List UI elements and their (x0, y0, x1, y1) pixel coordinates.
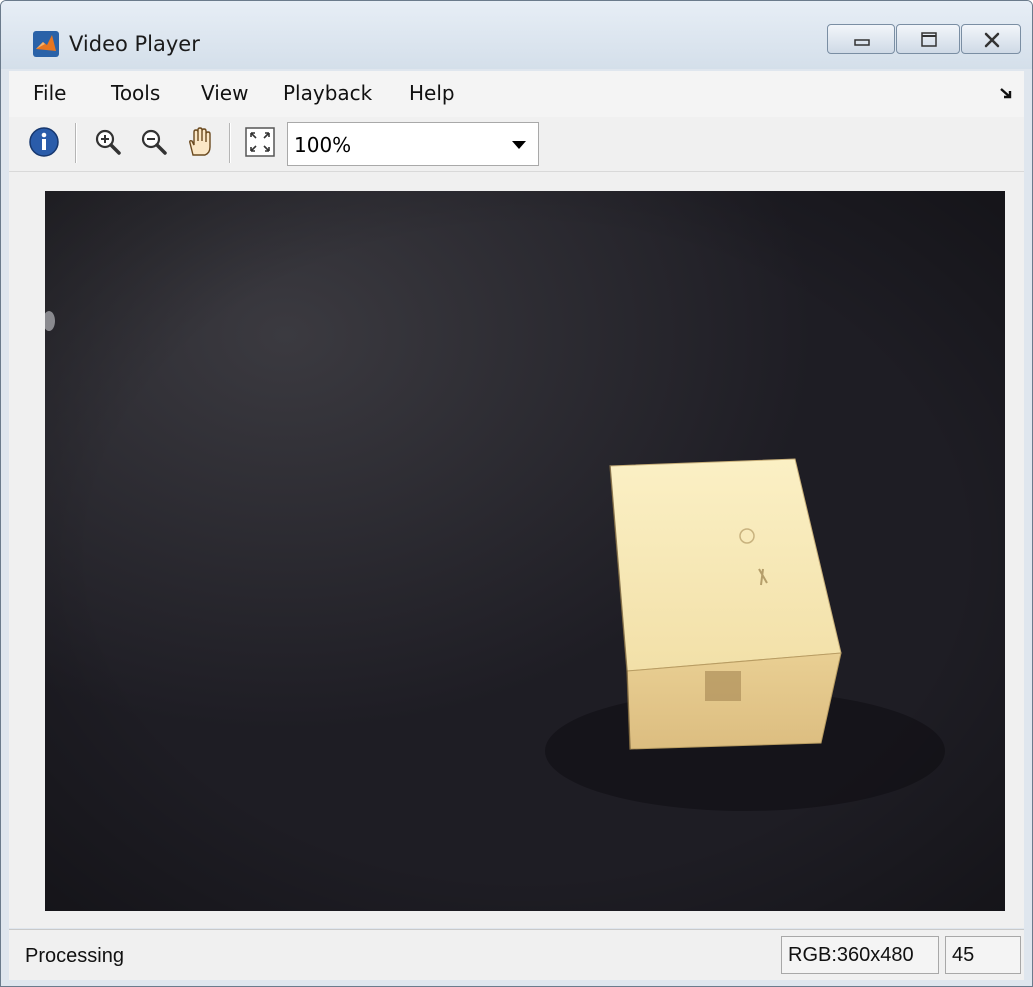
video-info-field: RGB:360x480 (781, 936, 939, 974)
matlab-logo-icon (33, 31, 59, 57)
video-display-area (9, 172, 1024, 928)
info-icon[interactable] (27, 125, 61, 159)
menu-file[interactable]: File (33, 81, 66, 105)
maximize-button[interactable] (896, 24, 960, 54)
zoom-level-value: 100% (294, 133, 352, 157)
menu-bar: File Tools View Playback Help (9, 71, 1024, 117)
close-icon (984, 32, 1000, 48)
window-title: Video Player (69, 32, 200, 56)
status-bar: Processing RGB:360x480 45 (9, 929, 1024, 980)
video-frame[interactable] (45, 191, 1005, 911)
menu-playback[interactable]: Playback (283, 81, 372, 105)
frame-number-field: 45 (945, 936, 1021, 974)
maximize-icon (921, 32, 937, 47)
menu-view[interactable]: View (201, 81, 248, 105)
undock-arrow-icon[interactable] (998, 85, 1014, 101)
title-bar[interactable]: Video Player (1, 1, 1032, 69)
menu-help[interactable]: Help (409, 81, 455, 105)
minimize-button[interactable] (827, 24, 895, 54)
zoom-level-dropdown[interactable]: 100% (287, 122, 539, 166)
menu-tools[interactable]: Tools (111, 81, 160, 105)
toolbar: 100% (9, 117, 1024, 172)
status-text: Processing (25, 945, 124, 967)
video-player-window: Video Player File Tools View Playback He… (0, 0, 1033, 987)
zoom-out-icon[interactable] (137, 125, 171, 159)
fit-to-window-icon[interactable] (243, 125, 277, 159)
toolbar-separator (229, 123, 230, 163)
minimize-icon (854, 39, 870, 46)
toolbar-separator (75, 123, 76, 163)
close-button[interactable] (961, 24, 1021, 54)
zoom-in-icon[interactable] (91, 125, 125, 159)
pan-hand-icon[interactable] (183, 125, 217, 159)
chevron-down-icon (512, 141, 526, 149)
video-frame-image (45, 191, 1005, 911)
